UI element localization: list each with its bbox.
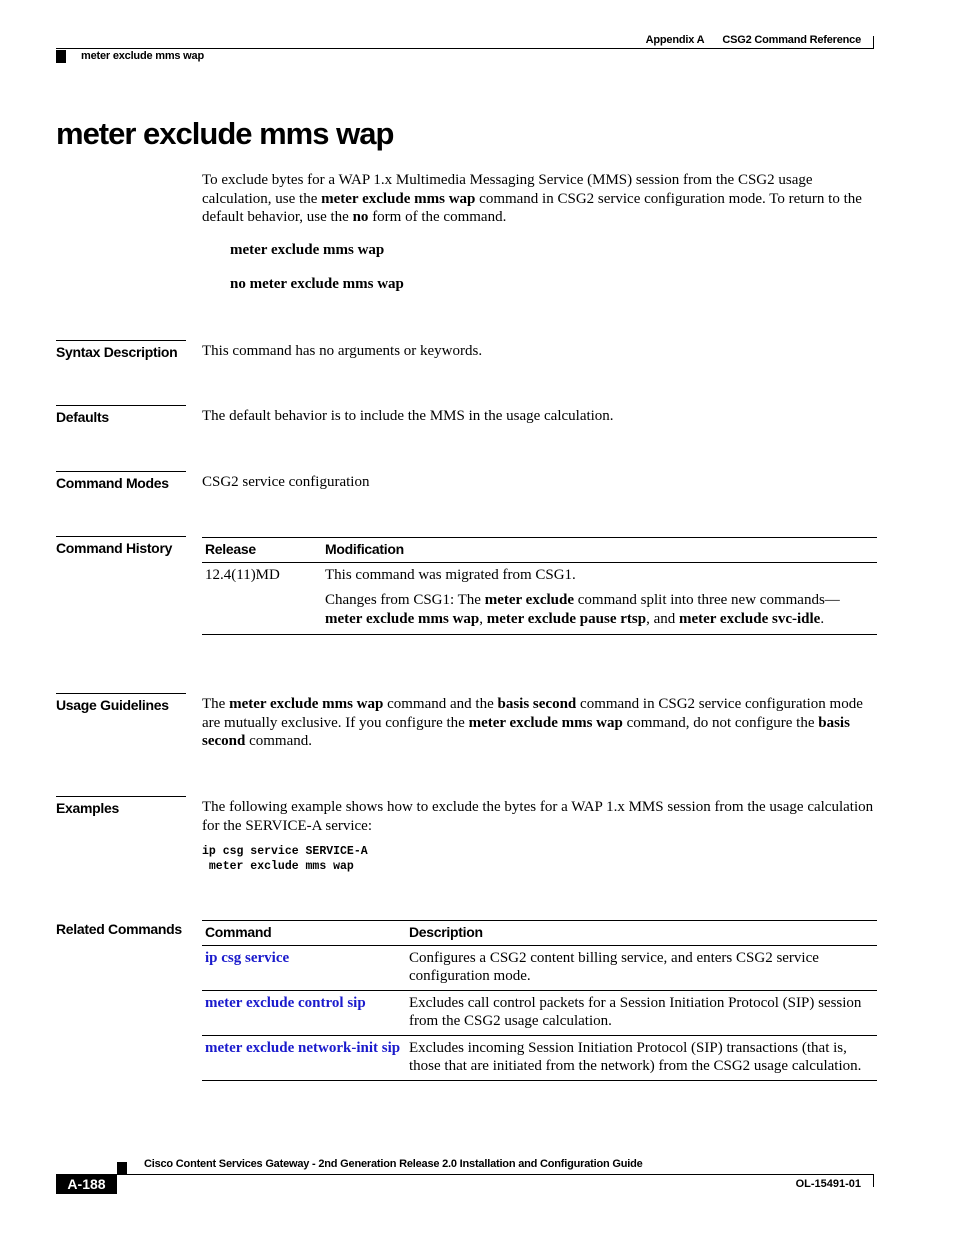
column-header-command: Command (202, 920, 406, 946)
command-keyword: meter exclude mms wap (325, 610, 480, 627)
section-label-defaults: Defaults (56, 405, 186, 425)
text: Changes from CSG1: The (325, 592, 485, 608)
syntax-no-line: no meter exclude mms wap (230, 276, 404, 292)
examples-text: The following example shows how to exclu… (202, 799, 874, 834)
document-number: OL-15491-01 (795, 1178, 861, 1190)
footer-rule (117, 1174, 874, 1175)
intro-paragraph: To exclude bytes for a WAP 1.x Multimedi… (202, 171, 878, 227)
description-cell: Excludes call control packets for a Sess… (406, 990, 877, 1036)
command-keyword: meter exclude mms wap (468, 714, 623, 731)
page-title: meter exclude mms wap (56, 116, 394, 151)
command-modes-text: CSG2 service configuration (202, 474, 370, 490)
syntax-line: meter exclude mms wap (230, 242, 385, 258)
release-cell: 12.4(11)MD (205, 566, 280, 583)
example-code-block: ip csg service SERVICE-A meter exclude m… (202, 845, 368, 873)
column-header-modification: Modification (322, 537, 877, 563)
section-label-syntax-description: Syntax Description (56, 340, 186, 360)
command-keyword: meter exclude pause rtsp (486, 610, 647, 627)
table-header-row: Command Description (202, 920, 877, 946)
command-keyword: meter exclude svc-idle (678, 610, 821, 627)
text: command split into three new commands— (574, 592, 840, 608)
appendix-label: Appendix A (645, 34, 705, 46)
table-row: meter exclude control sip Excludes call … (202, 990, 877, 1036)
table-row: meter exclude network-init sip Excludes … (202, 1035, 877, 1081)
usage-guidelines-text: The meter exclude mms wap command and th… (202, 695, 878, 751)
modification-cell: This command was migrated from CSG1. (325, 566, 576, 583)
page-number: A-188 (56, 1174, 117, 1194)
running-header-chapter: Appendix A CSG2 Command Reference (628, 34, 862, 46)
text: command, do not configure the (622, 714, 819, 731)
text: , and (646, 610, 679, 627)
command-keyword: meter exclude (484, 592, 574, 608)
text: command and the (383, 696, 498, 712)
text: , (479, 610, 487, 627)
section-label-command-history: Command History (56, 536, 186, 556)
intro-text: form of the command. (368, 209, 507, 225)
header-rule (56, 48, 874, 49)
defaults-text: The default behavior is to include the M… (202, 408, 614, 424)
related-command-link-meter-exclude-network-init-sip[interactable]: meter exclude network-init sip (205, 1040, 400, 1056)
related-command-link-ip-csg-service[interactable]: ip csg service (205, 950, 289, 966)
column-header-release: Release (202, 537, 322, 563)
footer-block-marker (117, 1162, 127, 1174)
command-history-table: Release Modification 12.4(11)MD This com… (202, 537, 877, 635)
description-cell: Excludes incoming Session Initiation Pro… (406, 1035, 877, 1081)
running-header-title: meter exclude mms wap (81, 50, 204, 62)
section-label-related-commands: Related Commands (56, 921, 182, 937)
text: command. (245, 733, 312, 749)
footer-guide-title: Cisco Content Services Gateway - 2nd Gen… (144, 1158, 643, 1170)
text: The (202, 696, 230, 712)
table-row: ip csg service Configures a CSG2 content… (202, 945, 877, 991)
related-command-link-meter-exclude-control-sip[interactable]: meter exclude control sip (205, 995, 366, 1011)
release-cell-empty (202, 588, 322, 635)
footer-tick (873, 1174, 874, 1187)
intro-no-keyword: no (352, 209, 369, 225)
column-header-description: Description (406, 920, 877, 946)
command-keyword: meter exclude mms wap (229, 696, 384, 712)
section-label-examples: Examples (56, 796, 186, 816)
table-header-row: Release Modification (202, 537, 877, 563)
command-keyword: basis second (497, 696, 577, 712)
related-commands-table: Command Description ip csg service Confi… (202, 920, 877, 1081)
text: . (820, 610, 825, 627)
modification-cell: Changes from CSG1: The meter exclude com… (322, 588, 877, 635)
table-row: Changes from CSG1: The meter exclude com… (202, 588, 877, 635)
table-row: 12.4(11)MD This command was migrated fro… (202, 562, 877, 588)
section-label-command-modes: Command Modes (56, 471, 186, 491)
description-cell: Configures a CSG2 content billing servic… (406, 945, 877, 991)
header-block-marker (56, 50, 66, 63)
section-label-usage-guidelines: Usage Guidelines (56, 693, 186, 713)
chapter-label: CSG2 Command Reference (722, 34, 861, 46)
intro-command: meter exclude mms wap (321, 190, 476, 207)
syntax-description-text: This command has no arguments or keyword… (202, 343, 483, 359)
